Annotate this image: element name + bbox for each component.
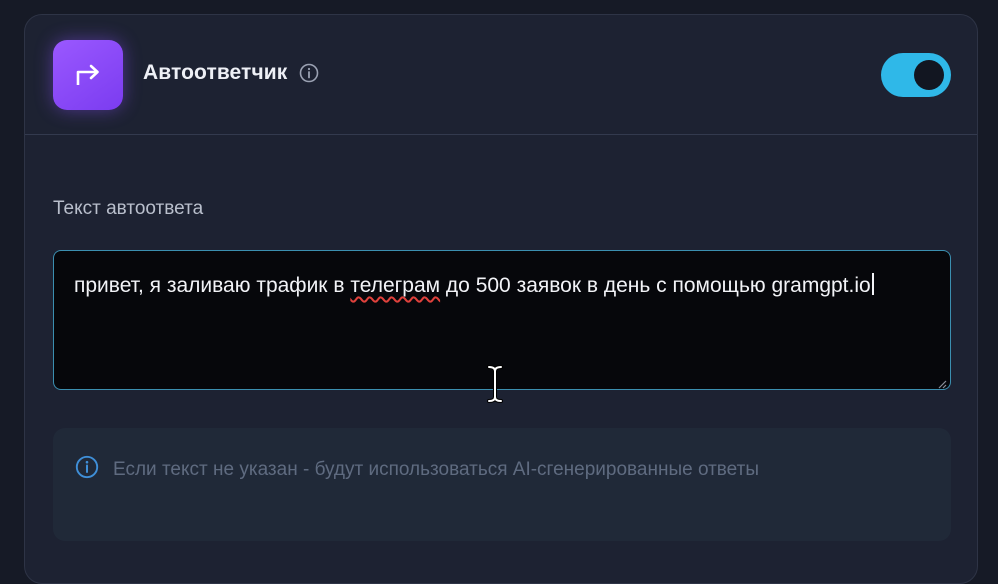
reply-text-part: до 500 заявок в день с помощью gramgpt.i… bbox=[440, 274, 871, 297]
info-icon[interactable] bbox=[299, 63, 319, 83]
title-row: Автоответчик bbox=[143, 61, 319, 85]
reply-text-label: Текст автоответа bbox=[53, 198, 204, 219]
autoresponder-card: Автоответчик Текст автоответа привет, я … bbox=[24, 14, 978, 584]
notice-text: Если текст не указан - будут использоват… bbox=[113, 459, 759, 480]
toggle-knob bbox=[914, 60, 944, 90]
info-icon bbox=[75, 455, 99, 479]
forward-arrow-icon bbox=[53, 40, 123, 110]
resize-handle-icon[interactable] bbox=[937, 376, 947, 389]
text-cursor-icon bbox=[487, 365, 503, 403]
card-header: Автоответчик bbox=[25, 15, 977, 135]
text-caret bbox=[871, 273, 874, 295]
reply-text-value: привет, я заливаю трафик в телеграм до 5… bbox=[74, 269, 914, 303]
misspelled-word: телеграм bbox=[350, 274, 441, 297]
reply-text-part: привет, я заливаю трафик в bbox=[74, 274, 351, 297]
info-notice: Если текст не указан - будут использоват… bbox=[53, 428, 951, 541]
autoresponder-toggle[interactable] bbox=[881, 53, 951, 97]
card-title: Автоответчик bbox=[143, 61, 288, 84]
